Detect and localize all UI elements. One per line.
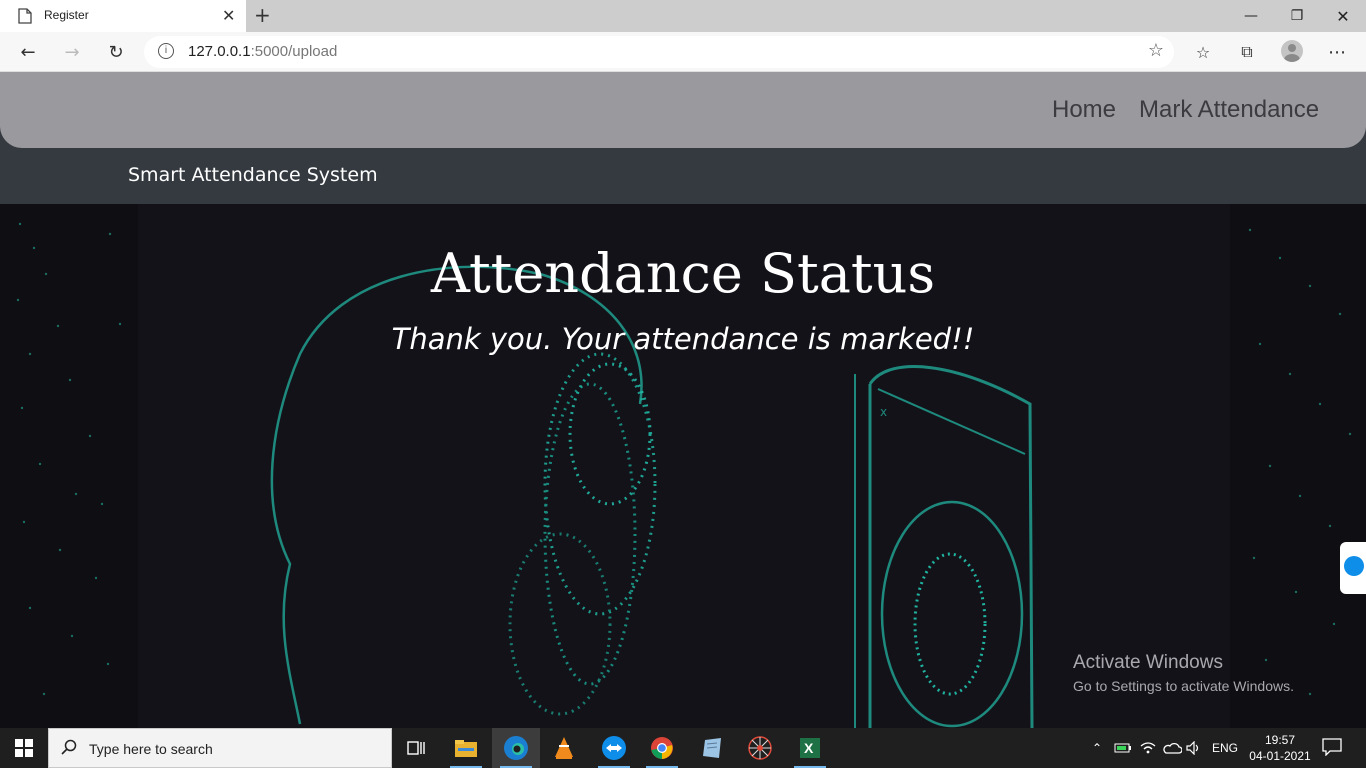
- page-icon: [18, 8, 32, 24]
- browser-tab-strip: Register ✕ + — ❐ ✕: [0, 0, 1366, 32]
- svg-text:x: x: [880, 405, 887, 419]
- page-viewport: Home Mark Attendance Smart Attendance Sy…: [0, 72, 1366, 728]
- new-tab-icon[interactable]: +: [254, 3, 271, 27]
- browser-toolbar: ← → ↻ i 127.0.0.1:5000/upload ☆ ☆ ⧉ ⋯: [0, 32, 1366, 72]
- activate-windows-watermark: Activate Windows Go to Settings to activ…: [1073, 652, 1294, 694]
- refresh-icon[interactable]: ↻: [104, 40, 128, 64]
- brand-title[interactable]: Smart Attendance System: [128, 164, 378, 186]
- file-explorer-icon[interactable]: [442, 728, 490, 768]
- forward-icon[interactable]: →: [60, 40, 84, 64]
- volume-icon[interactable]: [1186, 728, 1202, 768]
- hero-section: x Attendance Status Thank you. Your atte…: [0, 204, 1366, 728]
- address-bar[interactable]: i 127.0.0.1:5000/upload ☆: [144, 36, 1174, 68]
- collections-icon[interactable]: ⧉: [1236, 41, 1258, 63]
- vlc-icon[interactable]: [540, 728, 588, 768]
- nav-mark-attendance-link[interactable]: Mark Attendance: [1139, 96, 1319, 124]
- task-view-icon[interactable]: [392, 728, 440, 768]
- attendance-status-heading: Attendance Status: [430, 242, 936, 305]
- url-text[interactable]: 127.0.0.1:5000/upload: [188, 43, 337, 60]
- watermark-title: Activate Windows: [1073, 652, 1223, 673]
- site-info-icon[interactable]: i: [158, 43, 174, 59]
- dotted-face: [508, 352, 657, 716]
- teamviewer-icon[interactable]: [590, 728, 638, 768]
- windows-taskbar: Type here to search X ⌃ ENG 19:57 04-01-…: [0, 728, 1366, 768]
- svg-text:X: X: [804, 740, 814, 756]
- onedrive-icon[interactable]: [1162, 728, 1182, 768]
- windows-start-icon[interactable]: [0, 728, 48, 768]
- url-path: :5000/upload: [250, 43, 338, 60]
- back-icon[interactable]: ←: [16, 40, 40, 64]
- show-hidden-icons[interactable]: ⌃: [1092, 728, 1102, 768]
- favorites-icon[interactable]: ☆: [1192, 41, 1214, 63]
- favorite-star-icon[interactable]: ☆: [1148, 40, 1164, 61]
- clock-time: 19:57: [1264, 733, 1296, 747]
- teamviewer-side-tab[interactable]: [1340, 542, 1366, 594]
- excel-icon[interactable]: X: [786, 728, 834, 768]
- restore-icon[interactable]: ❐: [1274, 0, 1320, 32]
- top-navbar: Home Mark Attendance: [0, 72, 1366, 148]
- search-placeholder: Type here to search: [89, 741, 213, 757]
- spider-app-icon[interactable]: [736, 728, 784, 768]
- watermark-subtitle: Go to Settings to activate Windows.: [1073, 678, 1294, 694]
- attendance-confirmation-message: Thank you. Your attendance is marked!!: [391, 322, 975, 356]
- notepad-icon[interactable]: [688, 728, 736, 768]
- browser-tab[interactable]: Register ✕: [0, 0, 246, 32]
- battery-icon[interactable]: [1114, 728, 1132, 768]
- search-icon: [61, 739, 77, 755]
- teamviewer-icon: [1344, 556, 1364, 576]
- minimize-icon[interactable]: —: [1228, 0, 1274, 32]
- brand-bar: Smart Attendance System: [0, 148, 1366, 204]
- edge-browser-icon[interactable]: [492, 728, 540, 768]
- language-indicator[interactable]: ENG: [1212, 728, 1238, 768]
- clock-date: 04-01-2021: [1249, 749, 1311, 763]
- profile-avatar[interactable]: [1281, 40, 1303, 62]
- taskbar-search-box[interactable]: Type here to search: [48, 728, 392, 768]
- chrome-icon[interactable]: [638, 728, 686, 768]
- notification-center-icon[interactable]: [1322, 738, 1342, 756]
- url-host: 127.0.0.1: [188, 43, 251, 60]
- system-clock[interactable]: 19:57 04-01-2021: [1248, 732, 1312, 764]
- close-tab-icon[interactable]: ✕: [222, 6, 235, 25]
- tab-title: Register: [44, 8, 89, 22]
- more-menu-icon[interactable]: ⋯: [1326, 41, 1348, 63]
- close-window-icon[interactable]: ✕: [1320, 0, 1366, 32]
- wifi-icon[interactable]: [1140, 728, 1156, 768]
- nav-home-link[interactable]: Home: [1052, 96, 1116, 124]
